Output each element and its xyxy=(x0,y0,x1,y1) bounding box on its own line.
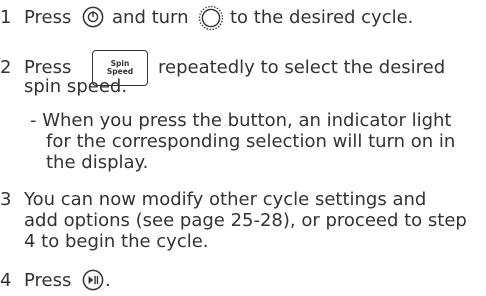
step-2-note-line-2: for the corresponding selection will tur… xyxy=(46,131,456,152)
step-3-line-3: 4 to begin the cycle. xyxy=(24,231,209,252)
step-4-number: 4 xyxy=(0,270,12,291)
step-1-press-text: Press xyxy=(24,7,72,28)
step-3-line-2: add options (see page 25-28), or proceed… xyxy=(24,210,467,231)
step-3-number: 3 xyxy=(0,189,12,210)
spin-button-label-speed: Speed xyxy=(106,67,134,76)
power-button-icon xyxy=(82,6,104,33)
step-2-number: 2 xyxy=(0,57,12,78)
step-4: 4 Press . xyxy=(0,269,486,296)
step-2: 2 Press Spin Speed repeatedly to select … xyxy=(0,50,486,173)
step-2-note-line-3: the display. xyxy=(46,152,149,173)
step-1-number: 1 xyxy=(0,7,12,28)
step-1-desired-cycle-text: to the desired cycle. xyxy=(230,7,414,28)
step-3: 3 You can now modify other cycle setting… xyxy=(0,189,486,255)
step-2-repeatedly-text: repeatedly to select the desired xyxy=(158,57,446,78)
instructions-page: 1 Press and turn to the desired cycle. 2… xyxy=(0,0,486,294)
cycle-selector-knob-icon xyxy=(198,5,224,36)
start-pause-button-icon xyxy=(82,269,104,296)
step-2-press-text: Press xyxy=(24,57,72,78)
step-4-period-text: . xyxy=(105,270,111,291)
step-2-spin-speed-text: spin speed. xyxy=(24,76,128,97)
step-1-and-turn-text: and turn xyxy=(112,7,189,28)
step-3-line-1: You can now modify other cycle settings … xyxy=(24,189,427,210)
step-1: 1 Press and turn to the desired cycle. xyxy=(0,5,486,36)
step-4-press-text: Press xyxy=(24,270,72,291)
step-2-note-line-1: - When you press the button, an indicato… xyxy=(30,110,452,131)
